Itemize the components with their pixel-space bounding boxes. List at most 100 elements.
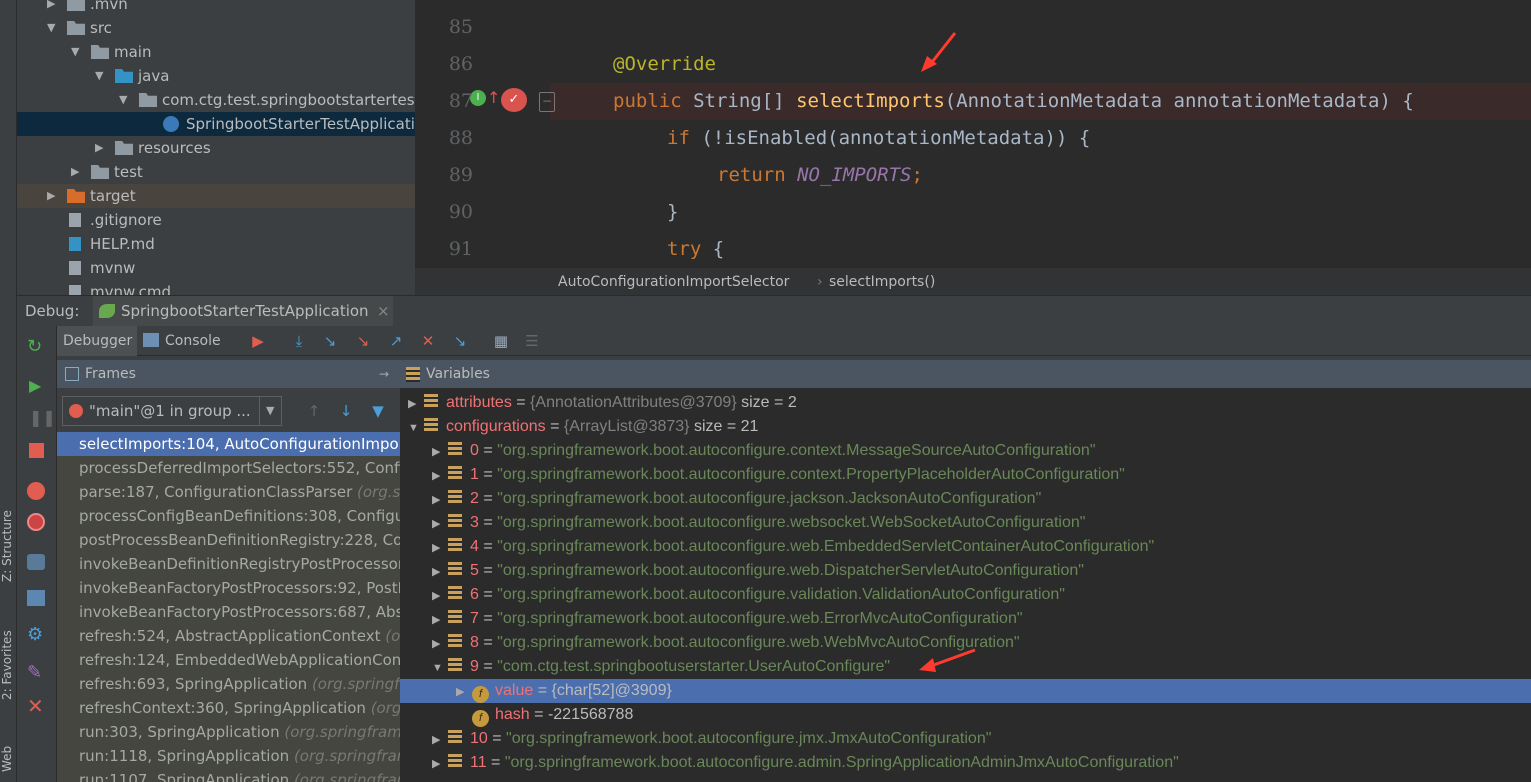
chevron-right-icon[interactable]: ▶ [432, 752, 448, 776]
tree-item[interactable]: ▼ java [17, 64, 415, 88]
layout-icon[interactable] [27, 590, 45, 606]
frame-item[interactable]: refresh:524, AbstractApplicationContext … [57, 624, 400, 648]
variable-row[interactable]: ▶ 10 = "org.springframework.boot.autoconf… [400, 727, 1531, 751]
mute-breakpoints-icon[interactable] [27, 513, 45, 531]
favorites-tool-tab[interactable]: 2: Favorites [0, 630, 14, 700]
settings-gear-icon[interactable]: ⚙ [27, 624, 43, 645]
frame-item[interactable]: postProcessBeanDefinitionRegistry:228, C… [57, 528, 400, 552]
chevron-right-icon[interactable]: ▶ [432, 488, 448, 512]
variable-row[interactable]: ▶ 3 = "org.springframework.boot.autoconfi… [400, 511, 1531, 535]
thread-selector[interactable]: "main"@1 in group ... ▼ [62, 396, 282, 426]
variable-row[interactable]: ▶ 2 = "org.springframework.boot.autoconfi… [400, 487, 1531, 511]
tree-item[interactable]: ▶ target [17, 184, 415, 208]
structure-tool-tab[interactable]: Z: Structure [0, 510, 14, 582]
tab-console[interactable]: Console [165, 326, 221, 356]
frame-item[interactable]: processDeferredImportSelectors:552, Conf… [57, 456, 400, 480]
variable-row[interactable]: ▶ 0 = "org.springframework.boot.autoconfi… [400, 439, 1531, 463]
pin-icon[interactable]: ✎ [27, 662, 42, 683]
breadcrumb-method[interactable]: selectImports() [829, 269, 935, 296]
chevron-down-icon[interactable]: ▼ [259, 397, 274, 425]
close-tab-icon[interactable]: × [377, 296, 390, 326]
variable-row[interactable]: ▶ 8 = "org.springframework.boot.autoconfi… [400, 631, 1531, 655]
tree-item[interactable]: .gitignore [17, 208, 415, 232]
chevron-right-icon[interactable]: ▶ [432, 728, 448, 752]
frame-item[interactable]: run:303, SpringApplication (org.springfr… [57, 720, 400, 744]
code-editor[interactable]: I ↑ ✓ − @Override public String[] select… [415, 0, 1531, 268]
breakpoint-icon[interactable]: ✓ [501, 88, 527, 112]
frame-item[interactable]: parse:187, ConfigurationClassParser (org… [57, 480, 400, 504]
next-frame-icon[interactable]: ↓ [337, 402, 355, 420]
frame-item[interactable]: invokeBeanFactoryPostProcessors:92, Post… [57, 576, 400, 600]
chevron-right-icon[interactable]: ▶ [71, 160, 79, 184]
frame-item[interactable]: refresh:124, EmbeddedWebApplicationConte… [57, 648, 400, 672]
frame-item[interactable]: refreshContext:360, SpringApplication (o… [57, 696, 400, 720]
filter-icon[interactable]: ▼ [369, 402, 387, 420]
fold-icon[interactable]: − [539, 92, 555, 112]
variable-row[interactable]: ▶ 4 = "org.springframework.boot.autoconfi… [400, 535, 1531, 559]
variable-row[interactable]: ▶ 5 = "org.springframework.boot.autoconfi… [400, 559, 1531, 583]
frame-item[interactable]: refresh:693, SpringApplication (org.spri… [57, 672, 400, 696]
tree-item[interactable]: mvnw.cmd [17, 280, 415, 295]
chevron-right-icon[interactable]: ▶ [432, 464, 448, 488]
variable-row[interactable]: ▶ 6 = "org.springframework.boot.autoconfi… [400, 583, 1531, 607]
step-over-icon[interactable]: ⤓ [290, 332, 308, 350]
tree-item[interactable]: ▶ resources [17, 136, 415, 160]
chevron-down-icon[interactable]: ▼ [95, 64, 103, 88]
trace-icon[interactable]: ☰ [523, 332, 541, 350]
chevron-right-icon[interactable]: ▶ [47, 0, 55, 16]
tree-item[interactable]: ▼ main [17, 40, 415, 64]
tree-item[interactable]: ▶ .mvn [17, 0, 415, 16]
view-breakpoints-icon[interactable] [27, 482, 45, 500]
variable-row[interactable]: ▶ f value = {char[52]@3909} [400, 679, 1531, 703]
tree-item[interactable]: mvnw [17, 256, 415, 280]
chevron-down-icon[interactable]: ▼ [432, 656, 448, 680]
rerun-icon[interactable]: ↻ [27, 336, 42, 357]
variable-row[interactable]: f hash = -221568788 [400, 703, 1531, 727]
frame-item[interactable]: processConfigBeanDefinitions:308, Config… [57, 504, 400, 528]
frame-item[interactable]: run:1107, SpringApplication (org.springf… [57, 768, 400, 782]
frame-item[interactable]: selectImports:104, AutoConfigurationImpo… [57, 432, 400, 456]
show-execution-point-icon[interactable]: ▶ [249, 332, 267, 350]
force-step-into-icon[interactable]: ↘ [354, 332, 372, 350]
chevron-right-icon[interactable]: ▶ [432, 584, 448, 608]
variable-row[interactable]: ▶ attributes = {AnnotationAttributes@3709… [400, 391, 1531, 415]
variable-row[interactable]: ▶ 7 = "org.springframework.boot.autoconfi… [400, 607, 1531, 631]
override-up-arrow-icon[interactable]: ↑ [487, 88, 500, 107]
tree-item[interactable]: HELP.md [17, 232, 415, 256]
drop-frame-icon[interactable]: ✕ [419, 332, 437, 350]
chevron-right-icon[interactable]: ▶ [408, 392, 424, 416]
chevron-right-icon[interactable]: ▶ [432, 440, 448, 464]
chevron-right-icon[interactable]: ▶ [432, 608, 448, 632]
stop-icon[interactable] [29, 443, 44, 458]
chevron-down-icon[interactable]: ▼ [47, 16, 55, 40]
evaluate-expression-icon[interactable]: ▦ [492, 332, 510, 350]
chevron-right-icon[interactable]: ▶ [47, 184, 55, 208]
variable-row[interactable]: ▼ 9 = "com.ctg.test.springbootuserstarter… [400, 655, 1531, 679]
step-into-icon[interactable]: ↘ [321, 332, 339, 350]
frame-item[interactable]: invokeBeanDefinitionRegistryPostProcesso… [57, 552, 400, 576]
close-icon[interactable]: ✕ [27, 694, 44, 718]
chevron-right-icon[interactable]: ▶ [432, 560, 448, 584]
chevron-right-icon[interactable]: ▶ [456, 680, 472, 704]
chevron-down-icon[interactable]: ▼ [119, 88, 127, 112]
chevron-down-icon[interactable]: ▼ [408, 416, 424, 440]
tab-debugger[interactable]: Debugger [57, 326, 137, 356]
tree-item[interactable]: ▼ src [17, 16, 415, 40]
frame-item[interactable]: invokeBeanFactoryPostProcessors:687, Abs… [57, 600, 400, 624]
step-out-icon[interactable]: ↗ [387, 332, 405, 350]
chevron-right-icon[interactable]: ▶ [95, 136, 103, 160]
resume-icon[interactable]: ▶ [29, 376, 41, 395]
debug-session-tab[interactable]: SpringbootStarterTestApplication × [93, 296, 393, 326]
chevron-right-icon[interactable]: ▶ [432, 632, 448, 656]
tree-item[interactable]: ▼ com.ctg.test.springbootstartertest [17, 88, 415, 112]
breadcrumb-class[interactable]: AutoConfigurationImportSelector [558, 269, 789, 296]
pin-frames-icon[interactable]: → [379, 360, 389, 388]
variable-row[interactable]: ▶ 11 = "org.springframework.boot.autoconf… [400, 751, 1531, 775]
variable-row[interactable]: ▼ configurations = {ArrayList@3873} size … [400, 415, 1531, 439]
chevron-right-icon[interactable]: ▶ [432, 536, 448, 560]
tree-item[interactable]: ▶ test [17, 160, 415, 184]
previous-frame-icon[interactable]: ↑ [305, 402, 323, 420]
variable-row[interactable]: ▶ 1 = "org.springframework.boot.autoconfi… [400, 463, 1531, 487]
frame-item[interactable]: run:1118, SpringApplication (org.springf… [57, 744, 400, 768]
chevron-down-icon[interactable]: ▼ [71, 40, 79, 64]
